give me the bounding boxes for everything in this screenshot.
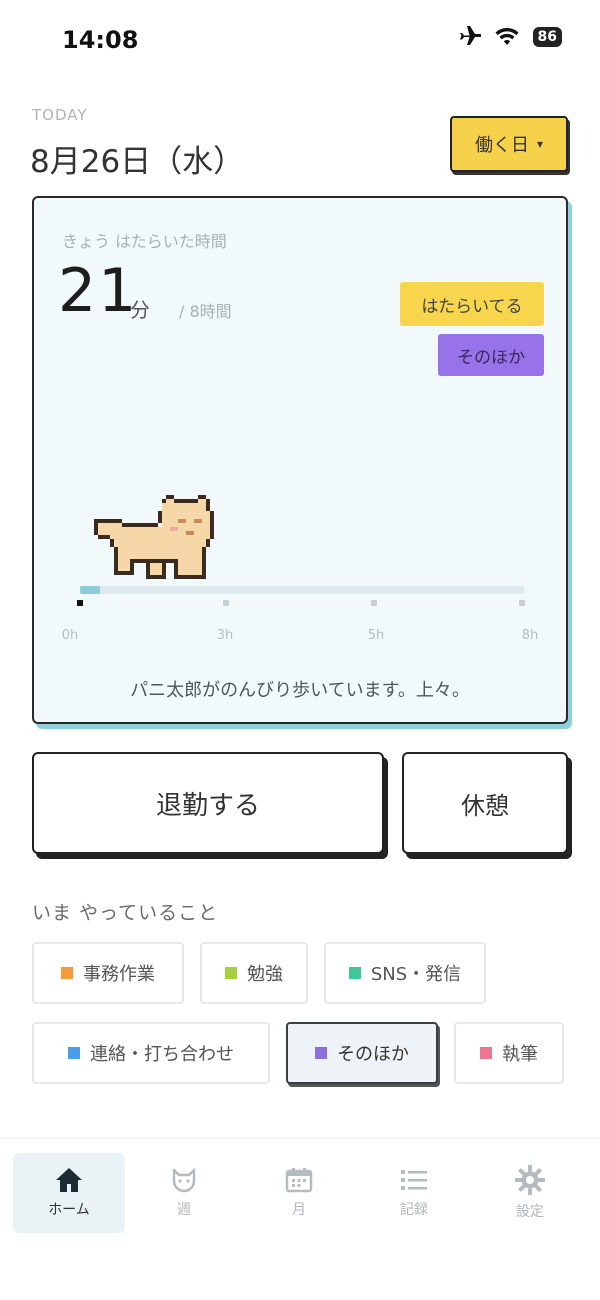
status-message: パニ太郎がのんびり歩いています。上々。 [130,680,470,701]
activity-chip-label: 事務作業 [83,964,155,985]
tab-label: 週 [177,1202,191,1218]
gear-icon [515,1165,545,1195]
battery-icon: 86 [532,27,562,47]
activity-chip-writing[interactable]: 執筆 [454,1022,564,1084]
activity-chip-label: 連絡・打ち合わせ [90,1044,234,1065]
color-swatch [348,967,361,979]
legend-working: はたらいてる [400,282,544,326]
current-activity-title: いま やっていること [32,902,219,924]
activity-chip-label: SNS・発信 [370,964,462,985]
tab-label: 記録 [400,1202,428,1218]
today-label: TODAY [32,106,88,124]
color-swatch [225,967,237,979]
tick-label-8h: 8h [521,628,539,643]
activity-chip-label: 勉強 [247,964,283,985]
work-progress-track [80,586,524,594]
day-type-button[interactable]: 働く日 ▾ [450,116,568,172]
day-type-label: 働く日 [474,135,529,156]
color-swatch [68,1047,80,1059]
tab-month[interactable]: 月 [243,1153,355,1233]
tab-label: 月 [292,1202,306,1218]
tick-label-5h: 5h [367,628,385,643]
tab-week[interactable]: 週 [128,1153,240,1233]
activity-chip-office-work[interactable]: 事務作業 [32,942,184,1004]
break-button[interactable]: 休憩 [402,752,568,854]
page-title-date: 8月26日（水） [30,144,245,180]
tab-home[interactable]: ホーム [13,1153,125,1233]
progress-tick-5h [371,600,377,606]
worked-time-unit: 分 [130,298,150,322]
activity-chip-label: 執筆 [502,1044,538,1065]
tab-records[interactable]: 記録 [358,1153,470,1233]
worked-time-label: きょう はたらいた時間 [62,232,227,251]
list-icon [401,1170,427,1190]
color-swatch [315,1047,327,1059]
activity-chip-sns[interactable]: SNS・発信 [324,942,486,1004]
tab-settings[interactable]: 設定 [474,1153,586,1233]
tick-label-0h: 0h [61,628,79,643]
status-bar: 14:08 86 [0,0,600,80]
airplane-icon [457,26,481,48]
tick-label-3h: 3h [216,628,234,643]
progress-current-marker [77,600,83,606]
calendar-icon [285,1168,313,1193]
activity-chip-label: そのほか [337,1044,409,1065]
color-swatch [480,1047,492,1059]
activity-chip-other[interactable]: そのほか [286,1022,438,1084]
worked-time-target: / 8時間 [179,302,232,321]
color-swatch [61,967,73,979]
progress-tick-3h [223,600,229,606]
clock-out-button[interactable]: 退勤する [32,752,384,854]
wifi-icon [495,27,519,47]
home-icon [56,1168,82,1192]
pixel-cat-icon [94,495,214,579]
tab-label: ホーム [48,1202,90,1218]
chevron-down-icon: ▾ [536,137,544,151]
status-icons: 86 [457,26,562,48]
cat-face-icon [172,1168,196,1193]
work-time-card: きょう はたらいた時間 21 分 / 8時間 はたらいてる そのほか 0h 3h… [32,196,568,724]
tab-bar: ホーム 週 月 記録 設定 [0,1138,600,1300]
status-time: 14:08 [62,26,139,54]
work-progress-fill [80,586,100,594]
worked-time-value: 21 [58,256,139,326]
activity-chip-study[interactable]: 勉強 [200,942,308,1004]
progress-tick-8h [519,600,525,606]
legend-other: そのほか [438,334,544,376]
tab-label: 設定 [516,1204,544,1220]
activity-chip-meeting[interactable]: 連絡・打ち合わせ [32,1022,270,1084]
